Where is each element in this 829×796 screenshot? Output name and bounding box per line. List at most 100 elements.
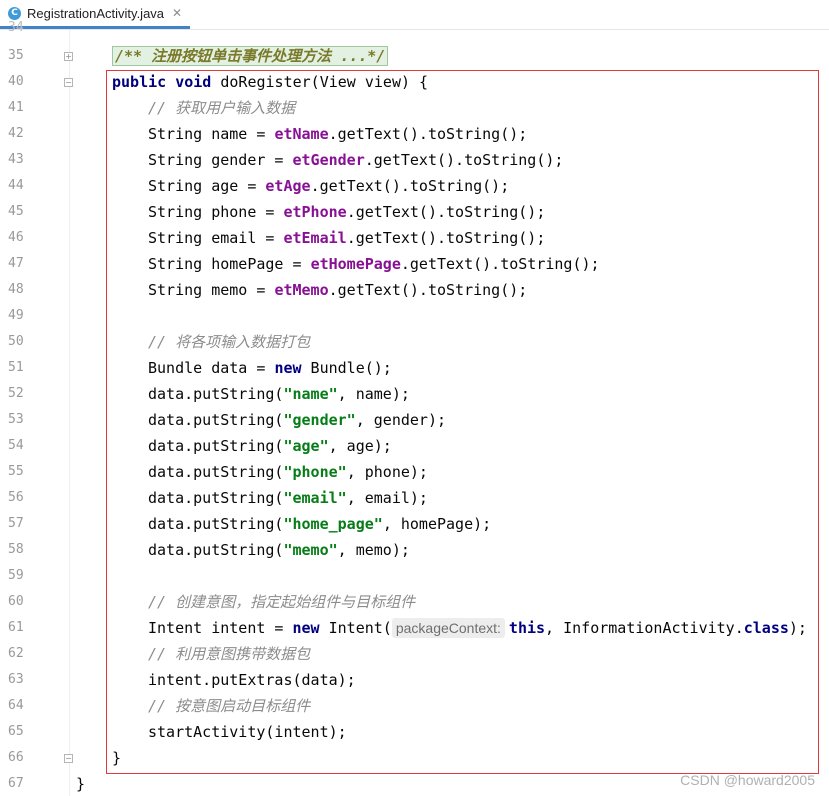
code-text: .getText().toString();	[328, 281, 528, 299]
code-line-62[interactable]: // 利用意图携带数据包	[148, 641, 310, 667]
line-number: 54	[8, 438, 24, 453]
code-line-42[interactable]: String name = etName.getText().toString(…	[148, 121, 527, 147]
code-text: .getText().toString();	[310, 177, 510, 195]
line-number: 41	[8, 100, 24, 115]
code-text: data.putString(	[148, 463, 284, 481]
line-number: 57	[8, 516, 24, 531]
expand-fold-icon[interactable]: +	[64, 52, 73, 61]
code-line-40[interactable]: public void doRegister(View view) {	[112, 69, 428, 95]
keyword: void	[175, 73, 212, 91]
comment: // 获取用户输入数据	[148, 99, 296, 117]
line-number: 66	[8, 750, 24, 765]
line-number: 62	[8, 646, 24, 661]
code-line-44[interactable]: String age = etAge.getText().toString();	[148, 173, 509, 199]
line-number-gutter: 34 35 40 41 42 43 44 45 46 47 48 49 50 5…	[0, 20, 70, 796]
code-line-54[interactable]: data.putString("age", age);	[148, 433, 392, 459]
watermark: CSDN @howard2005	[680, 772, 815, 788]
line-number: 47	[8, 256, 24, 271]
line-number: 45	[8, 204, 24, 219]
file-tab-label: RegistrationActivity.java	[27, 5, 165, 21]
code-line-46[interactable]: String email = etEmail.getText().toStrin…	[148, 225, 545, 251]
code-line-65[interactable]: startActivity(intent);	[148, 719, 347, 745]
keyword: this	[508, 619, 546, 637]
string-literal: "name"	[283, 385, 338, 403]
file-tab-registration-activity[interactable]: C RegistrationActivity.java ✕	[0, 0, 191, 29]
line-number: 49	[8, 308, 24, 323]
field-ref: etMemo	[274, 281, 329, 299]
code-line-58[interactable]: data.putString("memo", memo);	[148, 537, 410, 563]
line-number: 44	[8, 178, 24, 193]
code-line-51[interactable]: Bundle data = new Bundle();	[148, 355, 392, 381]
keyword: class	[743, 619, 789, 637]
code-text: , phone);	[346, 463, 428, 481]
code-text: }	[112, 749, 122, 767]
code-line-60[interactable]: // 创建意图，指定起始组件与目标组件	[148, 589, 415, 615]
line-number: 40	[8, 74, 24, 89]
code-text: String name =	[148, 125, 275, 143]
code-line-67[interactable]: }	[76, 771, 85, 796]
code-line-64[interactable]: // 按意图启动目标组件	[148, 693, 310, 719]
code-line-45[interactable]: String phone = etPhone.getText().toStrin…	[148, 199, 545, 225]
line-number: 52	[8, 386, 24, 401]
code-text: }	[76, 775, 86, 793]
field-ref: etPhone	[283, 203, 347, 221]
code-line-56[interactable]: data.putString("email", email);	[148, 485, 428, 511]
collapse-fold-icon[interactable]: −	[64, 78, 73, 87]
code-text: data.putString(	[148, 489, 284, 507]
folded-doc-comment[interactable]: /** 注册按钮单击事件处理方法 ...*/	[112, 46, 389, 66]
code-text: String email =	[148, 229, 284, 247]
line-number: 35	[8, 48, 24, 63]
code-line-35[interactable]: /** 注册按钮单击事件处理方法 ...*/	[112, 43, 389, 69]
code-line-61[interactable]: Intent intent = new Intent(packageContex…	[148, 615, 807, 641]
line-number: 53	[8, 412, 24, 427]
code-line-50[interactable]: // 将各项输入数据打包	[148, 329, 310, 355]
line-number: 67	[8, 776, 24, 791]
code-text: , age);	[328, 437, 392, 455]
code-text: .getText().toString();	[328, 125, 528, 143]
code-text: startActivity(intent);	[148, 723, 347, 741]
line-number: 56	[8, 490, 24, 505]
code-text: Bundle();	[301, 359, 392, 377]
code-text: , memo);	[337, 541, 410, 559]
line-number: 51	[8, 360, 24, 375]
string-literal: "age"	[283, 437, 329, 455]
line-number: 34	[8, 20, 24, 35]
code-text: , email);	[346, 489, 428, 507]
line-number: 42	[8, 126, 24, 141]
line-number: 50	[8, 334, 24, 349]
code-text: data.putString(	[148, 411, 284, 429]
code-line-63[interactable]: intent.putExtras(data);	[148, 667, 356, 693]
code-editor[interactable]: 34 35 40 41 42 43 44 45 46 47 48 49 50 5…	[0, 20, 829, 796]
collapse-fold-end-icon[interactable]: −	[64, 754, 73, 763]
field-ref: etHomePage	[310, 255, 401, 273]
code-text: , InformationActivity.	[545, 619, 744, 637]
code-line-47[interactable]: String homePage = etHomePage.getText().t…	[148, 251, 600, 277]
string-literal: "memo"	[283, 541, 338, 559]
code-line-53[interactable]: data.putString("gender", gender);	[148, 407, 446, 433]
line-number: 48	[8, 282, 24, 297]
code-line-66[interactable]: }	[112, 745, 121, 771]
code-text: data.putString(	[148, 437, 284, 455]
code-line-41[interactable]: // 获取用户输入数据	[148, 95, 295, 121]
code-line-43[interactable]: String gender = etGender.getText().toStr…	[148, 147, 563, 173]
code-text: Intent intent =	[148, 619, 293, 637]
field-ref: etName	[274, 125, 329, 143]
comment: // 按意图启动目标组件	[148, 697, 311, 715]
line-number: 43	[8, 152, 24, 167]
keyword: public	[112, 73, 167, 91]
code-line-48[interactable]: String memo = etMemo.getText().toString(…	[148, 277, 527, 303]
code-text: data.putString(	[148, 385, 284, 403]
line-number: 46	[8, 230, 24, 245]
parameter-hint: packageContext:	[391, 618, 505, 638]
comment: // 创建意图，指定起始组件与目标组件	[148, 593, 416, 611]
close-tab-icon[interactable]: ✕	[172, 6, 182, 20]
code-text: .getText().toString();	[346, 229, 546, 247]
code-line-55[interactable]: data.putString("phone", phone);	[148, 459, 428, 485]
field-ref: etAge	[265, 177, 311, 195]
code-text: data.putString(	[148, 541, 284, 559]
code-text: data.putString(	[148, 515, 284, 533]
code-text: intent.putExtras(data);	[148, 671, 356, 689]
code-line-57[interactable]: data.putString("home_page", homePage);	[148, 511, 491, 537]
code-line-52[interactable]: data.putString("name", name);	[148, 381, 410, 407]
string-literal: "phone"	[283, 463, 347, 481]
